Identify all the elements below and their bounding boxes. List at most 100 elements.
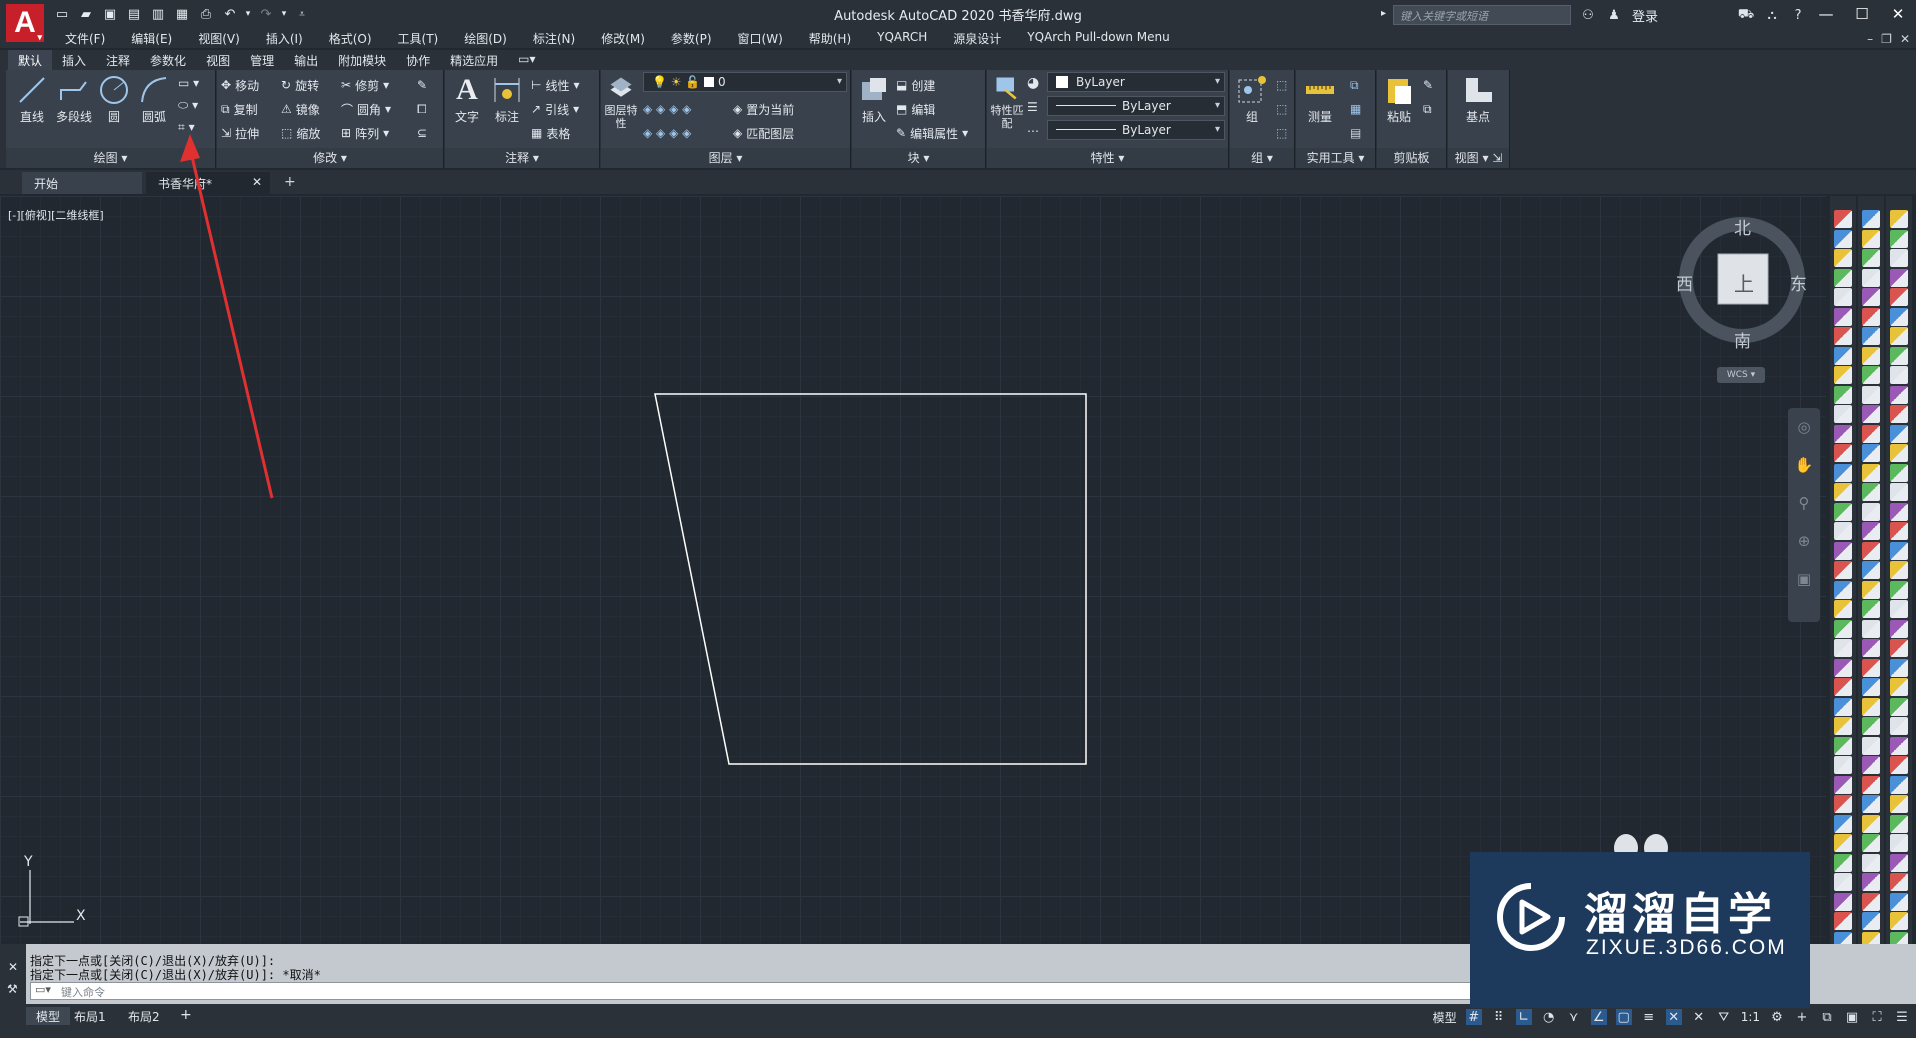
file-tab-drawing[interactable]: 书香华府* ✕ (146, 172, 270, 194)
copy-tool[interactable]: ⧉ 复制 (221, 98, 258, 120)
menu-yqarch[interactable]: YQARCH (864, 30, 940, 48)
yq-tool-icon[interactable] (1862, 853, 1880, 872)
yq-tool-icon[interactable] (1890, 327, 1908, 345)
explode-icon[interactable]: ⧠ (417, 98, 427, 120)
yq-tool-icon[interactable] (1834, 580, 1852, 599)
close-icon[interactable]: ✕ (1880, 0, 1916, 28)
yq-tool-icon[interactable] (1890, 873, 1908, 891)
edit-block-tool[interactable]: ⬒ 编辑 (896, 98, 935, 120)
yq-tool-icon[interactable] (1834, 229, 1852, 248)
rotate-tool[interactable]: ↻ 旋转 (281, 74, 319, 96)
yq-tool-icon[interactable] (1862, 268, 1880, 287)
command-input[interactable]: ▭▾ 键入命令 (30, 982, 1530, 1000)
yq-tool-icon[interactable] (1862, 775, 1880, 794)
orbit-icon[interactable]: ⊕ (1794, 532, 1814, 552)
measure-tool[interactable]: 测量 (1300, 74, 1340, 125)
search-expand-icon[interactable]: ▸ (1381, 8, 1386, 19)
object-snap-icon[interactable]: ▢ (1615, 1009, 1632, 1025)
yq-tool-icon[interactable] (1862, 229, 1880, 248)
steering-wheel-icon[interactable]: ◎ (1794, 418, 1814, 438)
menu-modify[interactable]: 修改(M) (588, 30, 658, 48)
login-link[interactable]: 登录 (1632, 6, 1658, 25)
user-icon[interactable]: ♟ (1606, 7, 1622, 23)
mirror-tool[interactable]: ⚠ 镜像 (281, 98, 320, 120)
offset-icon[interactable]: ⊆ (417, 122, 427, 144)
erase-icon[interactable]: ✎ (417, 74, 427, 96)
yq-tool-icon[interactable] (1862, 502, 1880, 521)
showmotion-icon[interactable]: ▣ (1794, 570, 1814, 590)
yq-tool-icon[interactable] (1834, 736, 1852, 755)
match-properties-tool[interactable]: 特性匹配 (989, 74, 1025, 130)
annotation-visibility-icon[interactable]: ✕ (1665, 1009, 1682, 1025)
layer-state-icons[interactable]: ◈ ◈ ◈ ◈ (643, 98, 691, 120)
menu-parametric[interactable]: 参数(P) (658, 30, 725, 48)
linetype-icon[interactable]: ☰ (1027, 96, 1038, 118)
close-tab-icon[interactable]: ✕ (252, 175, 262, 189)
yq-tool-icon[interactable] (1890, 814, 1908, 833)
yq-tool-icon[interactable] (1890, 795, 1908, 813)
yq-tool-icon[interactable] (1890, 834, 1908, 852)
annotation-scale-icon[interactable]: ⛛ (1716, 1009, 1732, 1025)
command-prompt-icon[interactable]: ▭▾ (35, 983, 51, 996)
yq-tool-icon[interactable] (1862, 366, 1880, 384)
base-point-tool[interactable]: 基点 (1458, 74, 1498, 125)
annotation-scale-value[interactable]: 1:1 (1741, 1010, 1760, 1024)
polyline-tool[interactable]: 多段线 (52, 74, 96, 125)
trim-tool[interactable]: ✂ 修剪 ▾ (341, 74, 389, 96)
yq-tool-icon[interactable] (1890, 892, 1908, 911)
yq-tool-icon[interactable] (1834, 541, 1852, 560)
scale-tool[interactable]: ⬚ 缩放 (281, 122, 320, 144)
yq-tool-icon[interactable] (1862, 600, 1880, 618)
yq-tool-icon[interactable] (1890, 717, 1908, 735)
menu-yqarch-pulldown[interactable]: YQArch Pull-down Menu (1014, 30, 1182, 48)
yq-tool-icon[interactable] (1890, 522, 1908, 540)
yq-tool-icon[interactable] (1862, 405, 1880, 423)
layer-dropdown[interactable]: 💡 ☀ 🔓 0 (643, 72, 847, 92)
yq-tool-icon[interactable] (1862, 892, 1880, 911)
command-customize-icon[interactable]: ⚒ (7, 982, 18, 996)
a360-icon[interactable]: ⛬ (1764, 7, 1780, 23)
tab-manage[interactable]: 管理 (240, 50, 284, 70)
yq-tool-icon[interactable] (1834, 424, 1852, 443)
lineweight-icon[interactable]: ⋯ (1027, 120, 1039, 142)
yq-tool-icon[interactable] (1834, 639, 1852, 657)
yq-tool-icon[interactable] (1862, 463, 1880, 482)
make-current-tool[interactable]: ◈ 置为当前 (733, 98, 794, 120)
hatch-icon[interactable]: ⬭ ▾ (178, 94, 198, 116)
polar-icon[interactable]: ◔ (1541, 1009, 1557, 1025)
yq-tool-icon[interactable] (1890, 405, 1908, 423)
yq-tool-icon[interactable] (1862, 697, 1880, 716)
tab-featured-apps[interactable]: 精选应用 (440, 50, 508, 70)
menu-view[interactable]: 视图(V) (185, 30, 253, 48)
modify-panel-label[interactable]: 修改 ▾ (217, 148, 443, 168)
fillet-tool[interactable]: ⌒ 圆角 ▾ (341, 98, 391, 120)
stretch-tool[interactable]: ⇲ 拉伸 (221, 122, 259, 144)
yq-tool-icon[interactable] (1834, 268, 1852, 287)
grid-icon[interactable]: # (1465, 1009, 1482, 1025)
clipboard-panel-label[interactable]: 剪贴板 (1377, 148, 1446, 168)
yq-tool-icon[interactable] (1862, 834, 1880, 852)
edit-attributes-tool[interactable]: ✎ 编辑属性 ▾ (896, 122, 968, 144)
yq-tool-icon[interactable] (1834, 405, 1852, 423)
dimension-tool[interactable]: 标注 (487, 74, 527, 125)
isodraft-icon[interactable]: ⋎ (1566, 1009, 1582, 1025)
tab-home[interactable]: 默认 (8, 50, 53, 70)
object-snap-tracking-icon[interactable]: ∠ (1590, 1009, 1607, 1025)
yq-tool-icon[interactable] (1890, 502, 1908, 521)
text-tool[interactable]: A 文字 (447, 74, 487, 125)
doc-restore-icon[interactable]: ❐ (1881, 32, 1892, 46)
zoom-extents-icon[interactable]: ⚲ (1794, 494, 1814, 514)
file-tab-start[interactable]: 开始 (22, 172, 142, 194)
menu-format[interactable]: 格式(O) (316, 30, 385, 48)
menu-window[interactable]: 窗口(W) (725, 30, 796, 48)
yq-tool-icon[interactable] (1834, 385, 1852, 404)
layout-tab-1[interactable]: 布局1 (64, 1007, 116, 1025)
yq-tool-icon[interactable] (1890, 424, 1908, 443)
tab-insert[interactable]: 插入 (52, 50, 96, 70)
search-input[interactable]: 键入关键字或短语 (1393, 5, 1571, 25)
boundary-icon[interactable]: ⌗ ▾ (178, 116, 195, 138)
leader-tool[interactable]: ↗ 引线 ▾ (531, 98, 579, 120)
tab-output[interactable]: 输出 (284, 50, 328, 70)
calculator-icon[interactable]: ▤ (1350, 122, 1361, 144)
yq-tool-icon[interactable] (1890, 658, 1908, 677)
